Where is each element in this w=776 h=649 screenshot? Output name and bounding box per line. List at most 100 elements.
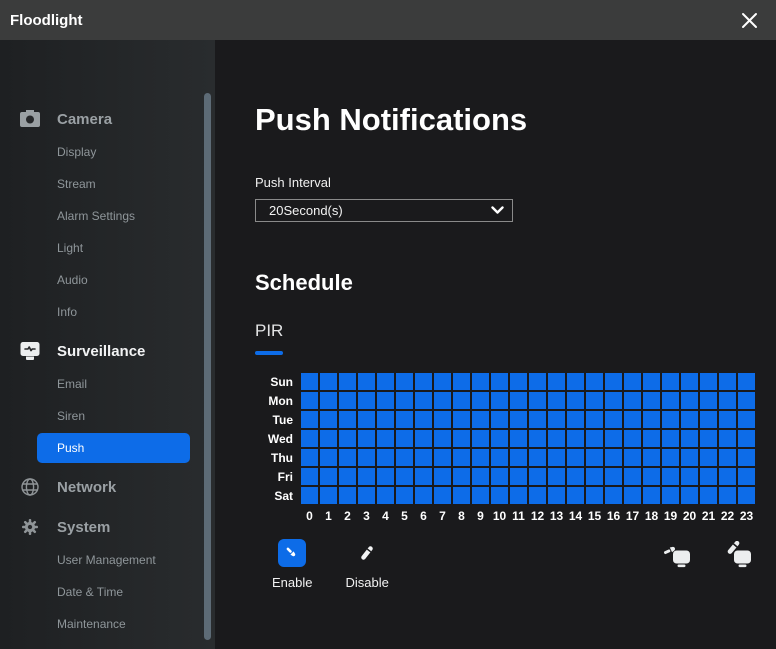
schedule-cell-sun-8[interactable] xyxy=(453,373,470,390)
schedule-cell-fri-14[interactable] xyxy=(567,468,584,485)
schedule-cell-thu-7[interactable] xyxy=(434,449,451,466)
schedule-cell-mon-13[interactable] xyxy=(548,392,565,409)
schedule-cell-tue-15[interactable] xyxy=(586,411,603,428)
schedule-cell-sun-14[interactable] xyxy=(567,373,584,390)
schedule-cell-mon-3[interactable] xyxy=(358,392,375,409)
schedule-cell-tue-17[interactable] xyxy=(624,411,641,428)
schedule-cell-thu-12[interactable] xyxy=(529,449,546,466)
schedule-cell-sun-18[interactable] xyxy=(643,373,660,390)
schedule-cell-wed-12[interactable] xyxy=(529,430,546,447)
schedule-cell-sat-12[interactable] xyxy=(529,487,546,504)
schedule-cell-sun-0[interactable] xyxy=(301,373,318,390)
schedule-cell-mon-20[interactable] xyxy=(681,392,698,409)
schedule-cell-sat-10[interactable] xyxy=(491,487,508,504)
schedule-cell-wed-6[interactable] xyxy=(415,430,432,447)
sidebar-item-push[interactable]: Push xyxy=(37,433,190,463)
schedule-cell-sat-19[interactable] xyxy=(662,487,679,504)
schedule-cell-thu-4[interactable] xyxy=(377,449,394,466)
eraser-icon[interactable] xyxy=(353,539,381,567)
schedule-cell-wed-17[interactable] xyxy=(624,430,641,447)
schedule-cell-thu-13[interactable] xyxy=(548,449,565,466)
sidebar-scrollbar[interactable] xyxy=(204,93,211,640)
sidebar-item-siren[interactable]: Siren xyxy=(0,400,215,432)
schedule-cell-thu-8[interactable] xyxy=(453,449,470,466)
schedule-cell-mon-6[interactable] xyxy=(415,392,432,409)
schedule-cell-mon-23[interactable] xyxy=(738,392,755,409)
schedule-cell-fri-1[interactable] xyxy=(320,468,337,485)
schedule-cell-tue-22[interactable] xyxy=(719,411,736,428)
schedule-cell-fri-13[interactable] xyxy=(548,468,565,485)
schedule-cell-sat-11[interactable] xyxy=(510,487,527,504)
schedule-cell-thu-23[interactable] xyxy=(738,449,755,466)
schedule-cell-thu-21[interactable] xyxy=(700,449,717,466)
schedule-cell-mon-10[interactable] xyxy=(491,392,508,409)
schedule-cell-sat-1[interactable] xyxy=(320,487,337,504)
schedule-cell-sun-20[interactable] xyxy=(681,373,698,390)
schedule-cell-sat-7[interactable] xyxy=(434,487,451,504)
schedule-cell-wed-18[interactable] xyxy=(643,430,660,447)
schedule-cell-thu-9[interactable] xyxy=(472,449,489,466)
schedule-cell-tue-7[interactable] xyxy=(434,411,451,428)
schedule-cell-thu-16[interactable] xyxy=(605,449,622,466)
sidebar-item-date-time[interactable]: Date & Time xyxy=(0,576,215,608)
schedule-cell-tue-0[interactable] xyxy=(301,411,318,428)
schedule-cell-fri-2[interactable] xyxy=(339,468,356,485)
schedule-cell-mon-11[interactable] xyxy=(510,392,527,409)
schedule-cell-sun-11[interactable] xyxy=(510,373,527,390)
schedule-cell-thu-6[interactable] xyxy=(415,449,432,466)
schedule-cell-sat-14[interactable] xyxy=(567,487,584,504)
schedule-cell-wed-15[interactable] xyxy=(586,430,603,447)
schedule-cell-sun-9[interactable] xyxy=(472,373,489,390)
schedule-cell-sun-4[interactable] xyxy=(377,373,394,390)
schedule-cell-fri-6[interactable] xyxy=(415,468,432,485)
schedule-cell-mon-19[interactable] xyxy=(662,392,679,409)
schedule-cell-wed-10[interactable] xyxy=(491,430,508,447)
schedule-cell-sat-3[interactable] xyxy=(358,487,375,504)
schedule-cell-sun-21[interactable] xyxy=(700,373,717,390)
schedule-cell-sun-16[interactable] xyxy=(605,373,622,390)
schedule-cell-fri-23[interactable] xyxy=(738,468,755,485)
schedule-cell-sat-18[interactable] xyxy=(643,487,660,504)
schedule-cell-wed-1[interactable] xyxy=(320,430,337,447)
schedule-cell-tue-20[interactable] xyxy=(681,411,698,428)
schedule-cell-fri-15[interactable] xyxy=(586,468,603,485)
schedule-cell-wed-8[interactable] xyxy=(453,430,470,447)
schedule-cell-tue-14[interactable] xyxy=(567,411,584,428)
schedule-cell-sun-6[interactable] xyxy=(415,373,432,390)
schedule-cell-wed-22[interactable] xyxy=(719,430,736,447)
sidebar-section-network[interactable]: Network xyxy=(0,470,215,504)
schedule-cell-sun-5[interactable] xyxy=(396,373,413,390)
schedule-cell-wed-20[interactable] xyxy=(681,430,698,447)
schedule-cell-fri-16[interactable] xyxy=(605,468,622,485)
brush-icon[interactable] xyxy=(278,539,307,567)
schedule-cell-fri-7[interactable] xyxy=(434,468,451,485)
schedule-cell-thu-19[interactable] xyxy=(662,449,679,466)
schedule-cell-sat-20[interactable] xyxy=(681,487,698,504)
schedule-cell-wed-0[interactable] xyxy=(301,430,318,447)
schedule-cell-mon-9[interactable] xyxy=(472,392,489,409)
schedule-cell-sun-10[interactable] xyxy=(491,373,508,390)
schedule-cell-tue-4[interactable] xyxy=(377,411,394,428)
push-interval-select[interactable]: 20Second(s) xyxy=(255,199,513,222)
schedule-cell-sun-13[interactable] xyxy=(548,373,565,390)
schedule-cell-mon-8[interactable] xyxy=(453,392,470,409)
close-icon[interactable] xyxy=(736,7,762,33)
schedule-cell-tue-18[interactable] xyxy=(643,411,660,428)
schedule-cell-mon-16[interactable] xyxy=(605,392,622,409)
schedule-cell-sun-19[interactable] xyxy=(662,373,679,390)
schedule-cell-wed-13[interactable] xyxy=(548,430,565,447)
schedule-cell-thu-3[interactable] xyxy=(358,449,375,466)
eraser-clear-all-icon[interactable] xyxy=(723,540,756,576)
sidebar-section-system[interactable]: System xyxy=(0,510,215,544)
schedule-cell-tue-19[interactable] xyxy=(662,411,679,428)
schedule-cell-thu-22[interactable] xyxy=(719,449,736,466)
schedule-cell-fri-20[interactable] xyxy=(681,468,698,485)
schedule-cell-wed-11[interactable] xyxy=(510,430,527,447)
schedule-cell-sun-3[interactable] xyxy=(358,373,375,390)
sidebar-item-stream[interactable]: Stream xyxy=(0,168,215,200)
schedule-cell-fri-12[interactable] xyxy=(529,468,546,485)
schedule-cell-fri-8[interactable] xyxy=(453,468,470,485)
schedule-cell-thu-17[interactable] xyxy=(624,449,641,466)
sidebar-item-user-management[interactable]: User Management xyxy=(0,544,215,576)
schedule-cell-mon-15[interactable] xyxy=(586,392,603,409)
